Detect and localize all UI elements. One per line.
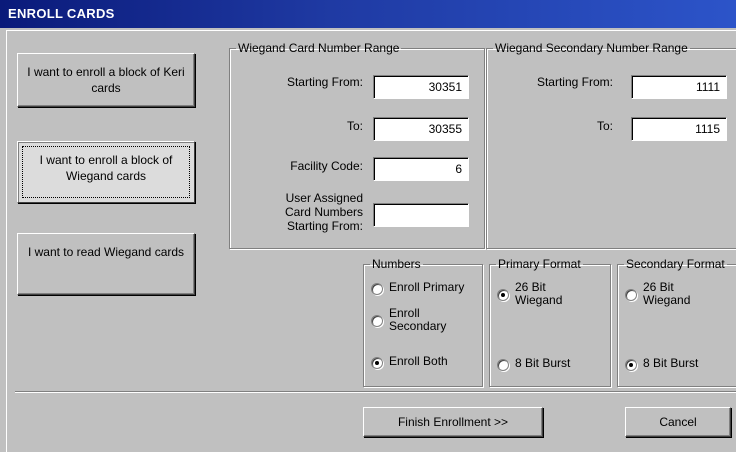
user-assigned-label: User Assigned Card Numbers Starting From… [235, 191, 363, 233]
read-wiegand-button[interactable]: I want to read Wiegand cards [17, 233, 195, 295]
enroll-both-label: Enroll Both [389, 354, 448, 368]
user-assigned-label-line1: User Assigned [285, 191, 363, 205]
enroll-secondary-radio[interactable] [371, 315, 383, 327]
cancel-button[interactable]: Cancel [625, 407, 731, 437]
secondary-start-label: Starting From: [536, 75, 613, 89]
secondary-8bit-option[interactable]: 8 Bit Burst [625, 357, 698, 371]
secondary-8bit-radio[interactable] [625, 359, 637, 371]
finish-enrollment-button[interactable]: Finish Enrollment >> [363, 407, 543, 437]
user-assigned-field[interactable] [373, 203, 469, 227]
numbers-legend: Numbers [372, 257, 421, 271]
primary-8bit-radio[interactable] [497, 359, 509, 371]
primary-26bit-label: 26 Bit Wiegand [515, 280, 563, 307]
enroll-both-radio[interactable] [371, 357, 383, 369]
primary-26bit-option[interactable]: 26 Bit Wiegand [497, 281, 591, 307]
secondary-format-legend: Secondary Format [626, 257, 725, 271]
secondary-start-field[interactable]: 1111 [631, 75, 727, 99]
enroll-cards-dialog: I want to enroll a block of Keri cards I… [6, 30, 736, 452]
enroll-primary-label: Enroll Primary [389, 280, 465, 294]
enroll-secondary-label: Enroll Secondary [389, 306, 447, 333]
enroll-wiegand-button[interactable]: I want to enroll a block of Wiegand card… [17, 141, 195, 203]
finish-enrollment-label: Finish Enrollment >> [397, 415, 509, 429]
secondary-8bit-label: 8 Bit Burst [643, 356, 699, 370]
card-to-label: To: [346, 119, 363, 133]
footer-separator [15, 391, 736, 393]
secondary-to-label: To: [596, 119, 613, 133]
cancel-label: Cancel [659, 415, 697, 429]
window-title: ENROLL CARDS [0, 0, 736, 28]
secondary-26bit-label: 26 Bit Wiegand [643, 280, 691, 307]
enroll-keri-label: I want to enroll a block of Keri cards [27, 65, 185, 95]
secondary-26bit-radio[interactable] [625, 289, 637, 301]
enroll-primary-option[interactable]: Enroll Primary [371, 281, 464, 295]
enroll-keri-button[interactable]: I want to enroll a block of Keri cards [17, 53, 195, 107]
user-assigned-label-line3: Starting From: [286, 219, 363, 233]
secondary-range-legend: Wiegand Secondary Number Range [495, 41, 688, 55]
card-range-legend: Wiegand Card Number Range [238, 41, 400, 55]
primary-8bit-option[interactable]: 8 Bit Burst [497, 357, 570, 371]
user-assigned-label-line2: Card Numbers [284, 205, 363, 219]
card-start-field[interactable]: 30351 [373, 75, 469, 99]
secondary-range-group: Wiegand Secondary Number Range [486, 41, 736, 249]
focus-rectangle [22, 146, 190, 198]
secondary-to-field[interactable]: 1115 [631, 117, 727, 141]
primary-8bit-label: 8 Bit Burst [515, 356, 571, 370]
enroll-both-option[interactable]: Enroll Both [371, 355, 448, 369]
secondary-26bit-option[interactable]: 26 Bit Wiegand [625, 281, 719, 307]
enroll-primary-radio[interactable] [371, 283, 383, 295]
primary-format-legend: Primary Format [498, 257, 581, 271]
card-to-field[interactable]: 30355 [373, 117, 469, 141]
read-wiegand-label: I want to read Wiegand cards [27, 245, 185, 259]
facility-code-field[interactable]: 6 [373, 157, 469, 181]
primary-26bit-radio[interactable] [497, 289, 509, 301]
enroll-secondary-option[interactable]: Enroll Secondary [371, 307, 471, 333]
card-start-label: Starting From: [286, 75, 363, 89]
facility-code-label: Facility Code: [290, 159, 363, 173]
